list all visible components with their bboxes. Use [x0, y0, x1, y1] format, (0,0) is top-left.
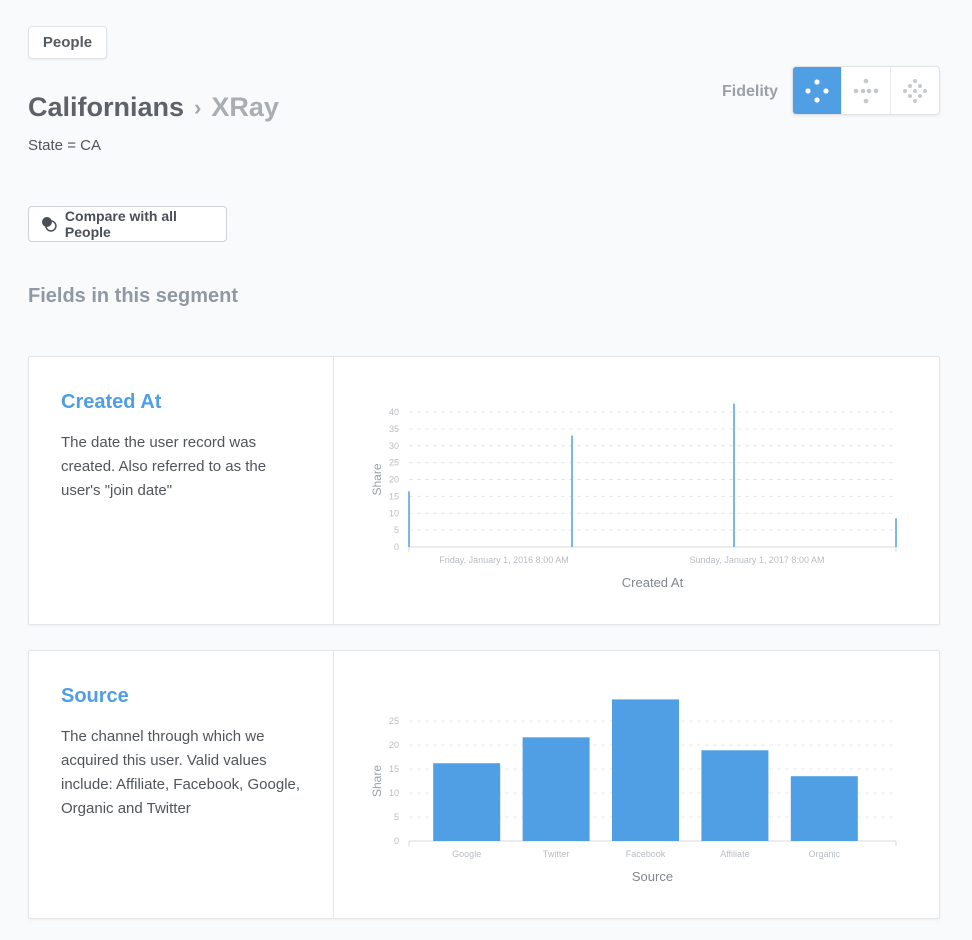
y-tick-label: 5 — [394, 812, 399, 822]
y-tick-label: 40 — [389, 407, 399, 417]
x-tick-label: Google — [452, 849, 481, 859]
segment-filter-description: State = CA — [28, 137, 101, 154]
x-tick-label: Facebook — [626, 849, 666, 859]
x-tick-label: Sunday, January 1, 2017 8:00 AM — [690, 555, 825, 565]
bar — [612, 699, 679, 841]
x-axis-label: Created At — [622, 575, 684, 590]
field-title[interactable]: Source — [61, 685, 129, 708]
fidelity-option-high[interactable] — [891, 67, 939, 114]
fidelity-option-low[interactable] — [793, 67, 842, 114]
y-tick-label: 35 — [389, 424, 399, 434]
y-tick-label: 20 — [389, 740, 399, 750]
chart-panel: 0 5 10 15 20 25 Share Source Google Twitter Facebo… — [334, 651, 939, 918]
breadcrumb-current: XRay — [211, 92, 279, 122]
chevron-right-icon: › — [194, 94, 202, 120]
field-title[interactable]: Created At — [61, 391, 161, 414]
y-axis-label: Share — [370, 463, 384, 495]
breadcrumb-segment-link[interactable]: Californians — [28, 92, 184, 123]
field-description: The date the user record was created. Al… — [61, 434, 267, 499]
y-tick-label: 15 — [389, 491, 399, 501]
y-tick-label: 25 — [389, 458, 399, 468]
x-tick-label: Organic — [809, 849, 841, 859]
fidelity-selector — [792, 66, 940, 115]
people-button[interactable]: People — [28, 26, 107, 59]
breadcrumb: Californians › XRay — [28, 92, 279, 123]
field-info-panel: Created At The date the user record was … — [29, 357, 334, 624]
bar — [790, 776, 858, 841]
field-card-created-at: Created At The date the user record was … — [28, 356, 940, 625]
compare-button-label: Compare with all People — [64, 208, 177, 240]
y-axis-label: Share — [370, 765, 384, 797]
fidelity-label: Fidelity — [722, 83, 779, 100]
compare-with-all-people-button[interactable]: Compare with all People — [28, 206, 227, 242]
y-tick-label: 30 — [389, 441, 399, 451]
x-axis-label: Source — [632, 869, 673, 884]
section-title: Fields in this segment — [28, 285, 239, 307]
chart-panel: 0 5 10 15 20 25 30 35 40 Share Created At Friday, J… — [334, 357, 939, 624]
y-tick-label: 20 — [389, 475, 399, 485]
compare-circles-icon — [41, 217, 57, 232]
y-tick-label: 10 — [389, 508, 399, 518]
x-tick-label: Twitter — [543, 849, 570, 859]
field-description: The channel through which we acquired th… — [61, 728, 301, 817]
fidelity-option-medium[interactable] — [842, 67, 891, 114]
y-tick-label: 10 — [389, 788, 399, 798]
y-tick-label: 5 — [394, 525, 399, 535]
created-at-histogram: 0 5 10 15 20 25 30 35 40 Share Created At Friday, J… — [370, 403, 897, 590]
y-tick-label: 0 — [394, 836, 399, 846]
bar — [433, 763, 501, 841]
x-tick-label: Friday, January 1, 2016 8:00 AM — [439, 555, 568, 565]
source-bar-chart: 0 5 10 15 20 25 Share Source Google Twitter Facebo… — [370, 699, 897, 884]
bar — [701, 750, 769, 841]
x-tick-label: Affiliate — [720, 849, 749, 859]
y-tick-label: 25 — [389, 716, 399, 726]
low-fidelity-icon — [805, 78, 829, 103]
medium-fidelity-icon — [853, 78, 879, 103]
field-info-panel: Source The channel through which we acqu… — [29, 651, 334, 918]
y-tick-label: 0 — [394, 542, 399, 552]
bar — [522, 737, 590, 841]
high-fidelity-icon — [903, 78, 927, 103]
field-card-source: Source The channel through which we acqu… — [28, 650, 940, 919]
y-tick-label: 15 — [389, 764, 399, 774]
